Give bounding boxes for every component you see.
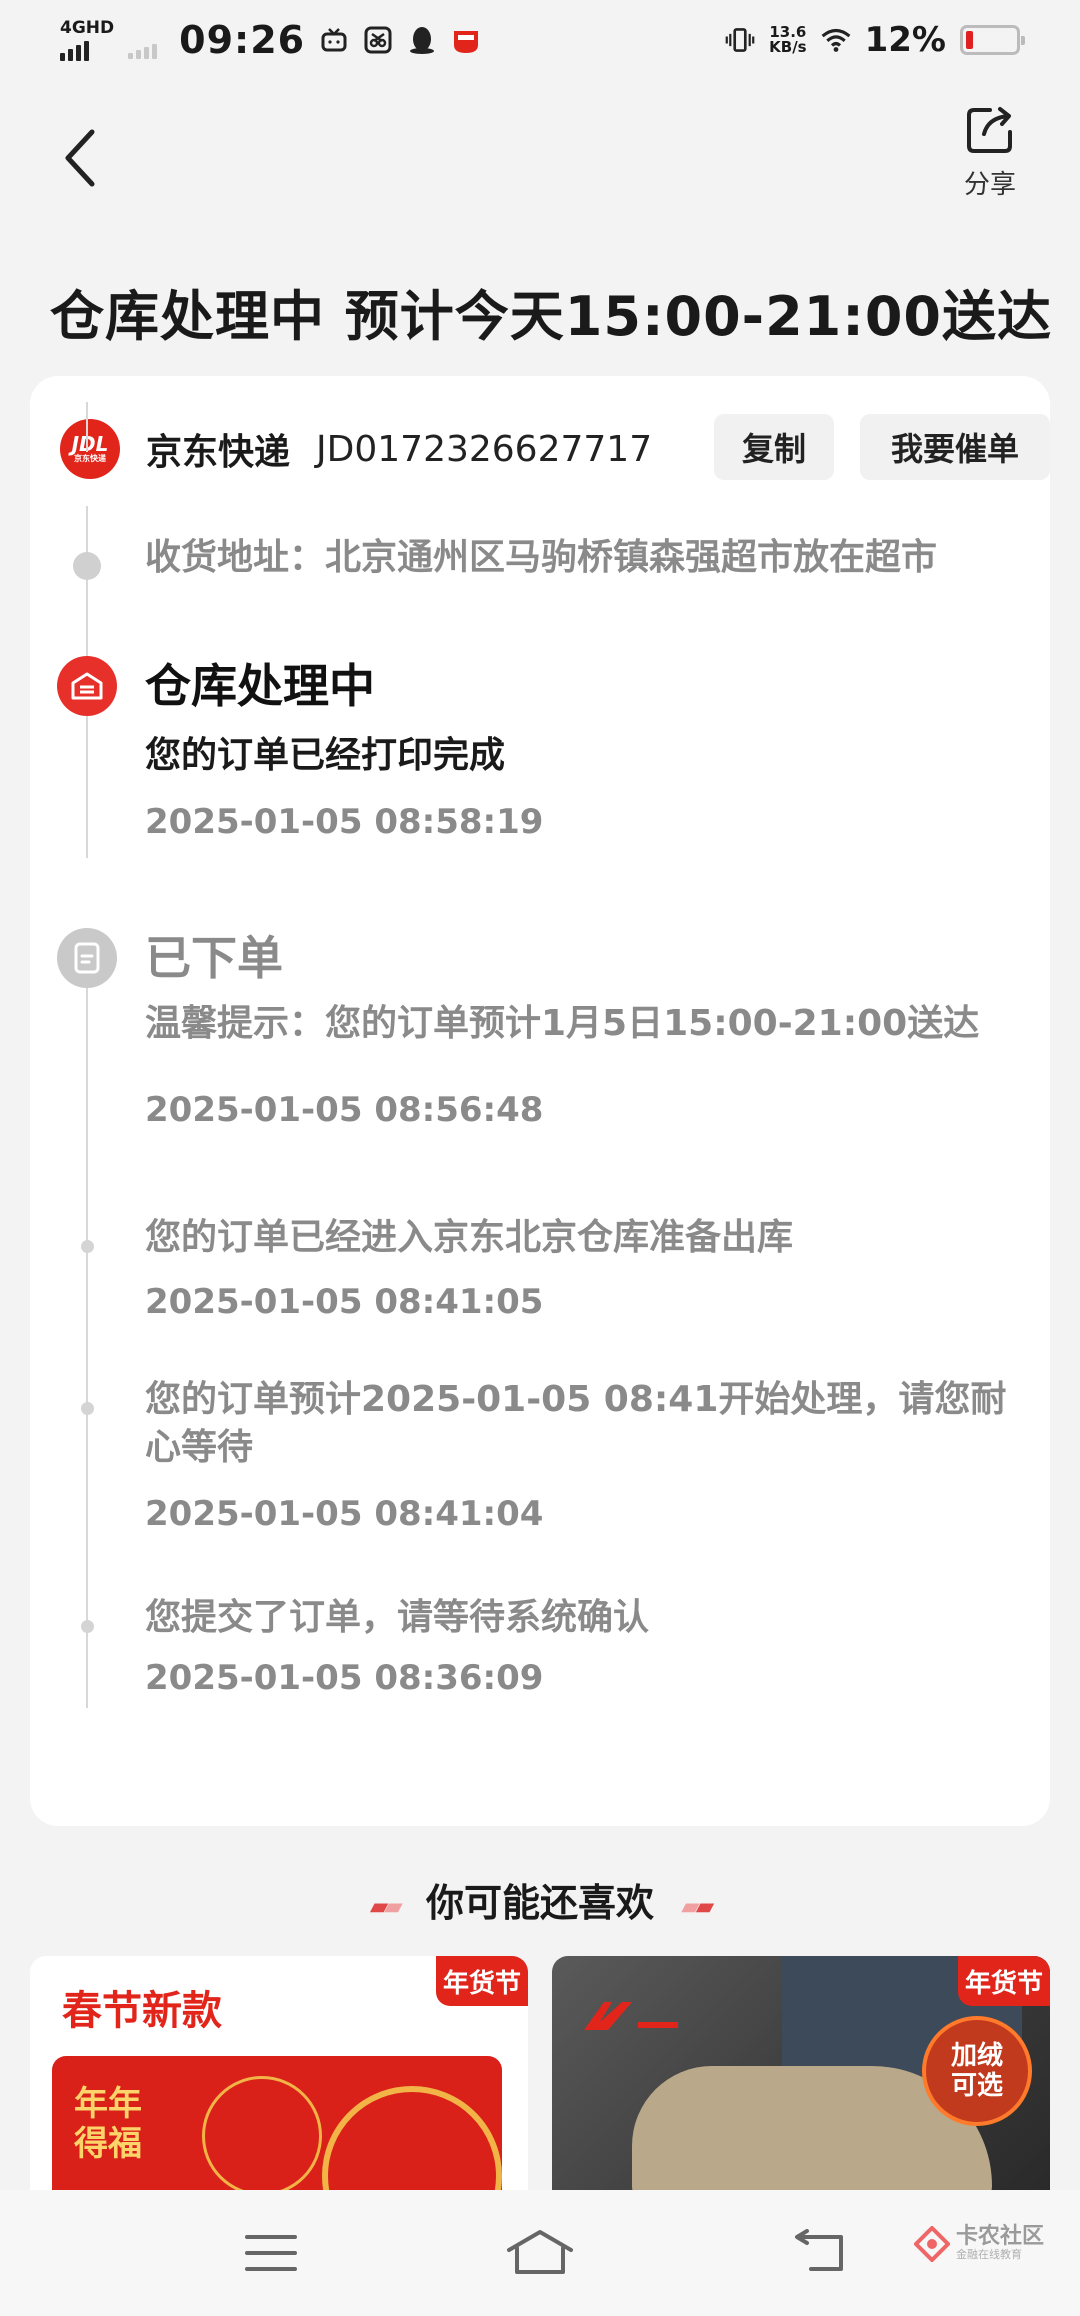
back-nav-button[interactable] [786, 2220, 856, 2286]
stage-status-ordered: 已下单 [145, 931, 283, 985]
timeline-line [86, 402, 88, 452]
recommend-title: ▰▰ 你可能还喜欢 ▰▰ [369, 1881, 714, 1925]
watermark: 卡农社区 金融在线教育 [913, 2226, 1044, 2262]
decor-dashes-icon: ▰▰ [369, 1891, 403, 1920]
event-time: 2025-01-05 08:58:19 [145, 802, 544, 842]
timeline-dot [81, 1620, 94, 1633]
warehouse-icon [57, 656, 117, 716]
decor-dashes-icon: ▰▰ [681, 1891, 714, 1920]
status-bar: 4GHD 09:26 13.6 KB/s 12% [0, 0, 1080, 84]
stage-status-warehouse: 仓库处理中 [145, 659, 375, 713]
carrier-name: 京东快递 [146, 432, 291, 473]
tv-icon [319, 25, 349, 55]
battery-icon [960, 25, 1025, 55]
menu-icon [245, 2235, 297, 2271]
timeline-line [86, 988, 88, 1708]
feature-badge: 加绒可选 [922, 2016, 1032, 2126]
back-button[interactable] [60, 118, 120, 198]
promo-tag: 年货节 [958, 1956, 1050, 2006]
brand-logo [578, 1996, 688, 2046]
event-desc: 温馨提示：您的订单预计1月5日15:00-21:00送达 [145, 1003, 980, 1044]
wifi-icon [821, 25, 851, 55]
vibrate-icon [725, 25, 755, 55]
share-button[interactable]: 分享 [950, 104, 1030, 201]
timeline-dot [81, 1402, 94, 1415]
product-card[interactable]: 加绒可选 年货节 [552, 1956, 1050, 2190]
network-speed: 13.6 KB/s [769, 23, 807, 56]
cell-signal-primary: 4GHD [60, 19, 114, 61]
tracking-card: JDL 京东快递 京东快递 JD0172326627717 复制 我要催单 收货… [30, 376, 1050, 1826]
event-desc: 您提交了订单，请等待系统确认 [145, 1597, 650, 1638]
page-title: 仓库处理中 预计今天15:00-21:00送达 [50, 285, 1052, 348]
timeline-dot [73, 552, 101, 580]
event-time: 2025-01-05 08:41:05 [145, 1282, 544, 1322]
signal-bars-secondary-icon [128, 35, 158, 59]
network-type-label: 4GHD [60, 18, 115, 38]
scissors-app-icon [363, 25, 393, 55]
event-time: 2025-01-05 08:41:04 [145, 1494, 544, 1534]
system-nav-bar: 卡农社区 金融在线教育 [0, 2190, 1080, 2316]
jdl-logo: JDL 京东快递 [60, 419, 120, 479]
share-label: 分享 [963, 170, 1016, 200]
clock: 09:26 [179, 18, 306, 62]
shop-app-icon [451, 25, 481, 55]
event-desc: 您的订单预计2025-01-05 08:41开始处理，请您耐心等待 [145, 1379, 1007, 1468]
penguin-icon [407, 25, 437, 55]
event-desc: 您的订单已经进入京东北京仓库准备出库 [145, 1217, 794, 1258]
timeline-dot [81, 1240, 94, 1253]
card-text: 年年得福 [74, 2084, 142, 2164]
promo-tag: 年货节 [436, 1956, 528, 2006]
event-time: 2025-01-05 08:56:48 [145, 1090, 544, 1130]
event-desc: 您的订单已经打印完成 [145, 735, 506, 776]
product-card[interactable]: 春节新款 年年得福 年货节 [30, 1956, 528, 2190]
event-time: 2025-01-05 08:36:09 [145, 1658, 544, 1698]
watermark-logo-icon [913, 2226, 950, 2262]
home-nav-button[interactable] [505, 2220, 575, 2286]
share-icon [967, 107, 1012, 153]
signal-bars-icon [60, 37, 89, 61]
delivery-address: 收货地址：北京通州区马驹桥镇森强超市放在超市 [145, 537, 938, 578]
back-arrow-icon [65, 129, 95, 187]
product-image: 年年得福 [52, 2056, 502, 2190]
carrier-row: JDL 京东快递 京东快递 JD0172326627717 复制 我要催单 [60, 414, 1050, 484]
tracking-number: JD0172326627717 [316, 428, 653, 470]
copy-button[interactable]: 复制 [714, 414, 834, 480]
urge-order-button[interactable]: 我要催单 [860, 414, 1050, 480]
battery-percent: 12% [864, 20, 946, 60]
menu-nav-button[interactable] [236, 2220, 306, 2286]
return-icon [795, 2229, 843, 2271]
product-title: 春节新款 [62, 1988, 222, 2034]
home-icon [507, 2230, 573, 2274]
order-document-icon [57, 928, 117, 988]
